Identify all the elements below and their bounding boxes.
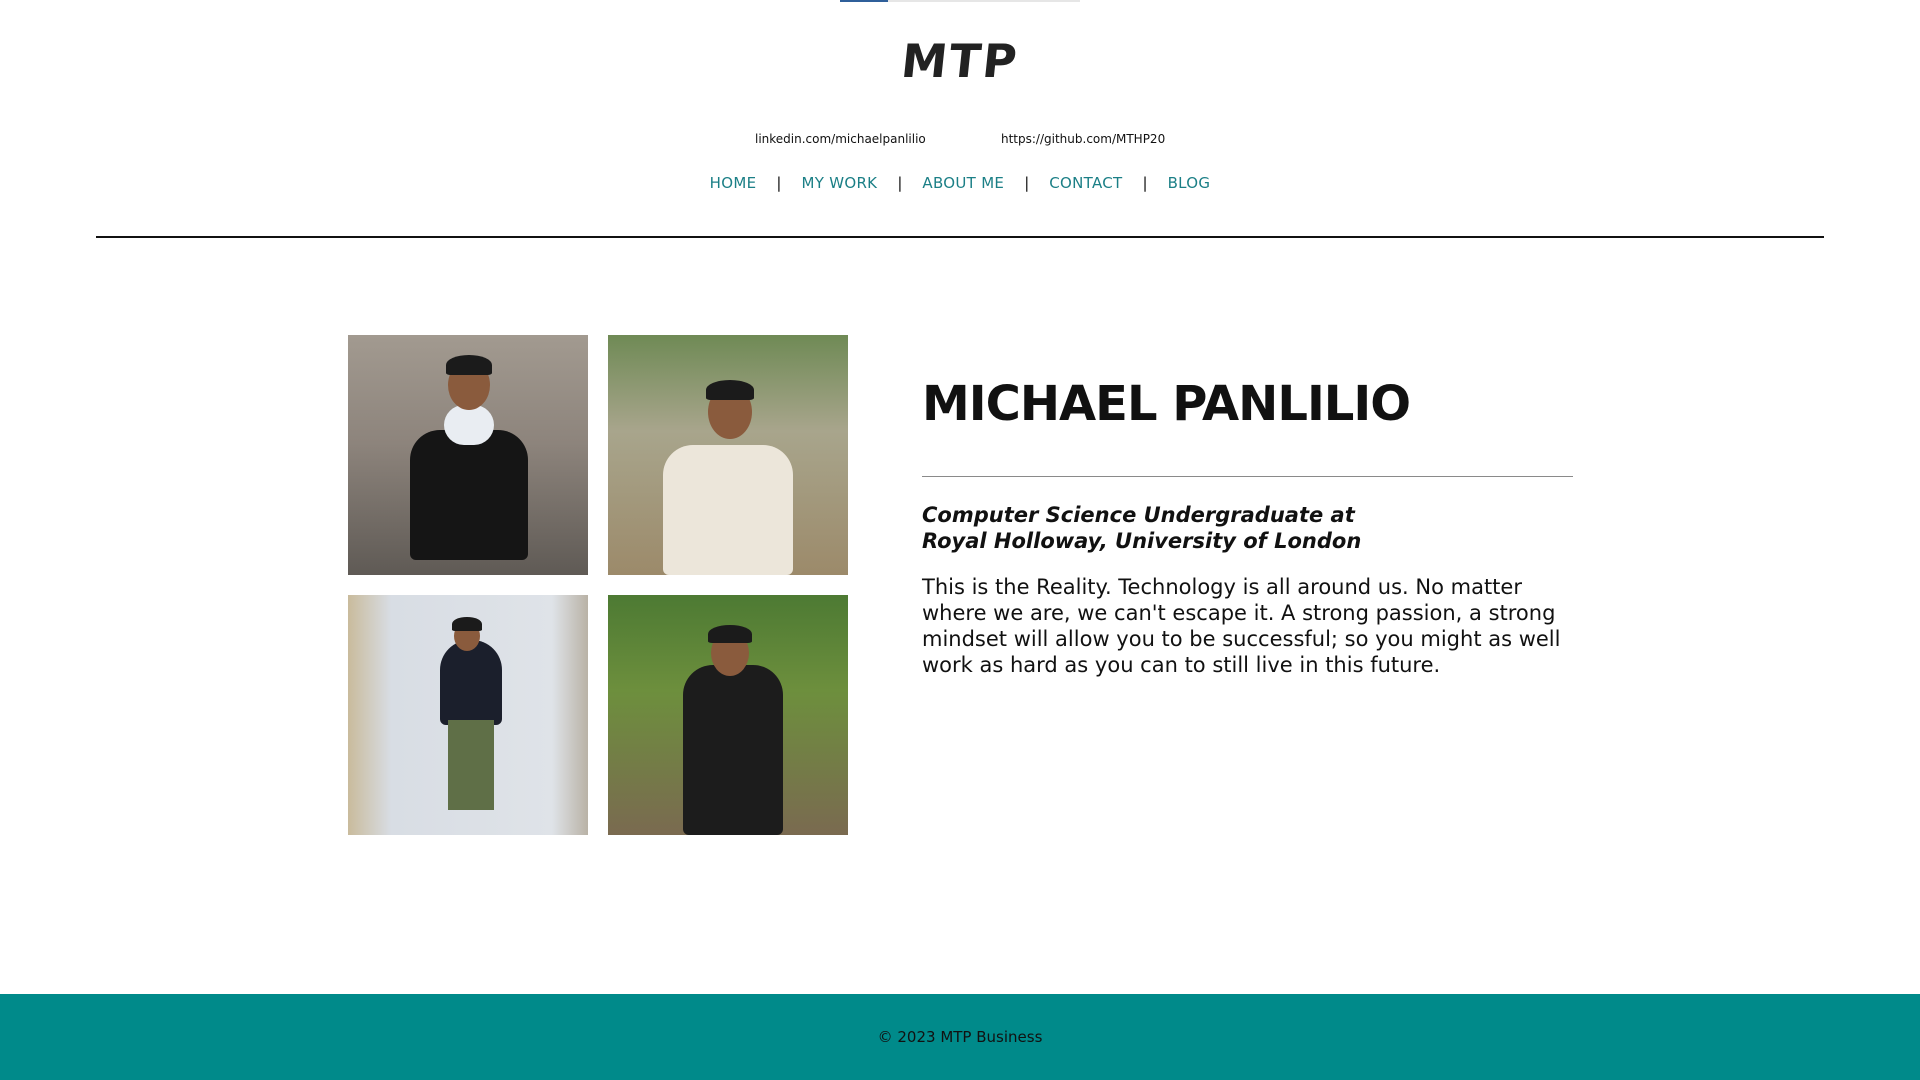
subtitle-line-2: Royal Holloway, University of London bbox=[922, 529, 1362, 553]
profile-photo-1 bbox=[348, 335, 588, 575]
site-footer: © 2023 MTP Business bbox=[0, 994, 1920, 1080]
site-logo[interactable]: MTP bbox=[0, 34, 1920, 88]
nav-separator: | bbox=[776, 174, 782, 192]
profile-photo-2 bbox=[608, 335, 848, 575]
nav-separator: | bbox=[1024, 174, 1030, 192]
site-header: MTP linkedin.com/michaelpanlilio https:/… bbox=[0, 0, 1920, 240]
profile-photo-3 bbox=[348, 595, 588, 835]
nav-separator: | bbox=[1142, 174, 1148, 192]
linkedin-link[interactable]: linkedin.com/michaelpanlilio bbox=[755, 132, 926, 146]
profile-photo-4 bbox=[608, 595, 848, 835]
profile-name: MICHAEL PANLILIO bbox=[922, 376, 1411, 432]
main-nav: HOME | MY WORK | ABOUT ME | CONTACT | BL… bbox=[0, 174, 1920, 192]
profile-subtitle: Computer Science Undergraduate at Royal … bbox=[922, 502, 1573, 554]
nav-blog[interactable]: BLOG bbox=[1168, 174, 1211, 192]
name-divider bbox=[922, 476, 1573, 477]
nav-my-work[interactable]: MY WORK bbox=[801, 174, 877, 192]
nav-separator: | bbox=[897, 174, 903, 192]
nav-contact[interactable]: CONTACT bbox=[1049, 174, 1122, 192]
github-link[interactable]: https://github.com/MTHP20 bbox=[1001, 132, 1165, 146]
subtitle-line-1: Computer Science Undergraduate at bbox=[922, 503, 1355, 527]
nav-about-me[interactable]: ABOUT ME bbox=[922, 174, 1004, 192]
profile-bio: This is the Reality. Technology is all a… bbox=[922, 575, 1561, 677]
header-divider bbox=[96, 236, 1824, 238]
nav-home[interactable]: HOME bbox=[710, 174, 757, 192]
footer-copyright: © 2023 MTP Business bbox=[877, 1028, 1043, 1046]
